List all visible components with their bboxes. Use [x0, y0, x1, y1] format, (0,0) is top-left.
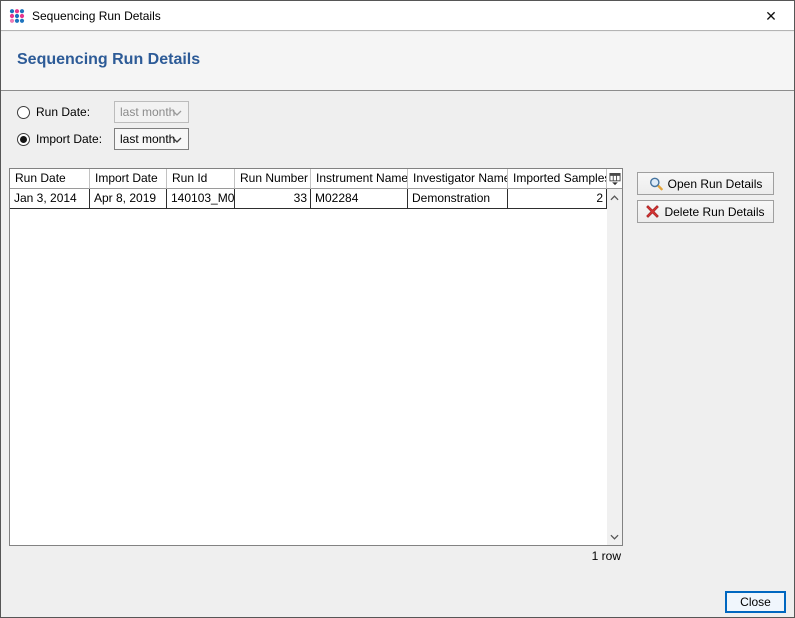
column-header-run-id[interactable]: Run Id — [167, 169, 235, 189]
column-header-import-date[interactable]: Import Date — [90, 169, 167, 189]
run-date-dropdown-value: last month — [120, 105, 175, 119]
chevron-down-icon — [172, 137, 182, 143]
dialog-sequencing-run-details: Sequencing Run Details ✕ Sequencing Run … — [0, 0, 795, 618]
column-header-run-number[interactable]: Run Number — [235, 169, 311, 189]
window-title: Sequencing Run Details — [32, 1, 161, 31]
column-header-run-date[interactable]: Run Date — [10, 169, 90, 189]
close-button-label: Close — [740, 595, 771, 609]
scroll-up-button[interactable] — [607, 189, 622, 206]
cell-import-date: Apr 8, 2019 — [90, 189, 167, 209]
table-columns-icon — [609, 172, 621, 186]
column-header-instrument-name[interactable]: Instrument Name — [311, 169, 408, 189]
magnifier-icon — [649, 177, 663, 191]
cell-imported-samples: 2 — [508, 189, 607, 209]
open-run-details-label: Open Run Details — [668, 177, 763, 191]
column-header-investigator-name[interactable]: Investigator Name — [408, 169, 508, 189]
import-date-dropdown[interactable]: last month — [114, 128, 189, 150]
cell-run-id: 140103_M0... — [167, 189, 235, 209]
cell-run-date: Jan 3, 2014 — [10, 189, 90, 209]
heading-strip: Sequencing Run Details — [1, 32, 794, 91]
run-date-dropdown: last month — [114, 101, 189, 123]
chevron-down-icon — [610, 534, 619, 540]
page-title: Sequencing Run Details — [17, 51, 200, 69]
column-selector-button[interactable] — [607, 169, 622, 189]
open-run-details-button[interactable]: Open Run Details — [637, 172, 774, 195]
chevron-up-icon — [610, 195, 619, 201]
delete-run-details-label: Delete Run Details — [664, 205, 764, 219]
table-row[interactable]: Jan 3, 2014 Apr 8, 2019 140103_M0... 33 … — [10, 189, 607, 209]
chevron-down-icon — [172, 110, 182, 116]
delete-x-icon — [646, 205, 659, 218]
runs-table: Run Date Import Date Run Id Run Number I… — [9, 168, 623, 546]
close-icon: ✕ — [765, 8, 777, 25]
close-button[interactable]: Close — [725, 591, 786, 613]
cell-instrument-name: M02284 — [311, 189, 408, 209]
window-close-button[interactable]: ✕ — [748, 1, 794, 31]
cell-investigator-name: Demonstration — [408, 189, 508, 209]
import-date-radio-label[interactable]: Import Date: — [36, 131, 102, 147]
row-count-label: 1 row — [592, 549, 621, 563]
scroll-down-button[interactable] — [607, 528, 622, 545]
run-date-radio-label[interactable]: Run Date: — [36, 104, 90, 120]
runs-table-header: Run Date Import Date Run Id Run Number I… — [10, 169, 622, 189]
delete-run-details-button[interactable]: Delete Run Details — [637, 200, 774, 223]
run-date-radio[interactable] — [17, 106, 30, 119]
app-icon — [9, 8, 25, 24]
cell-run-number: 33 — [235, 189, 311, 209]
import-date-radio[interactable] — [17, 133, 30, 146]
title-bar[interactable]: Sequencing Run Details ✕ — [1, 1, 794, 31]
column-header-imported-samples[interactable]: Imported Samples — [508, 169, 607, 189]
vertical-scrollbar[interactable] — [607, 189, 622, 545]
import-date-dropdown-value: last month — [120, 132, 175, 146]
